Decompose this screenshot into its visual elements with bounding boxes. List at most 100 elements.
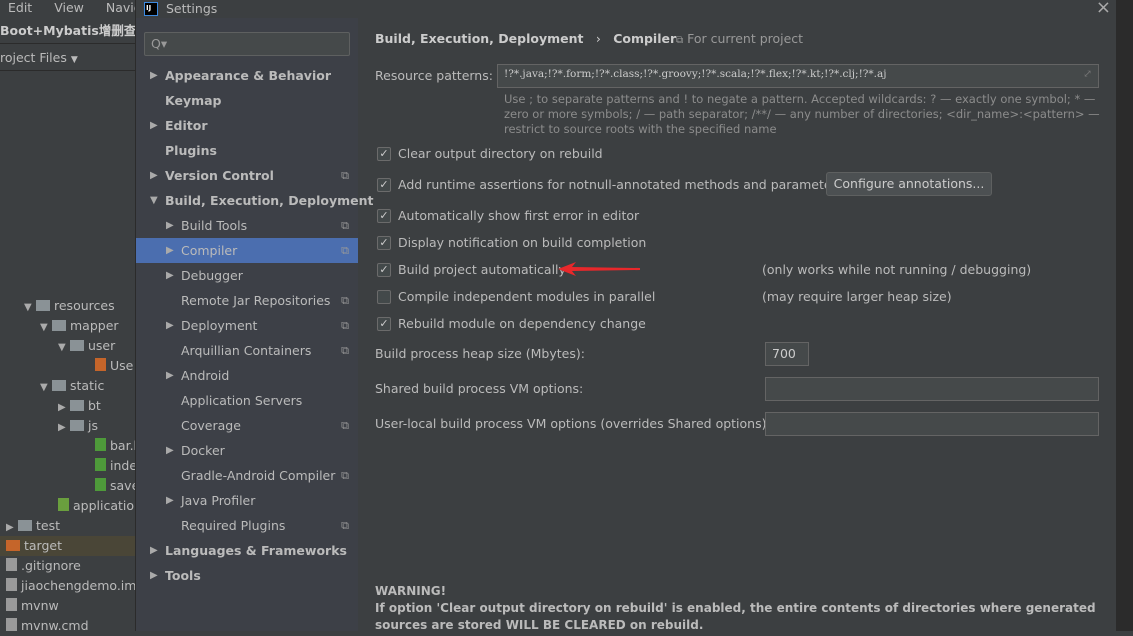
expand-icon[interactable]: ⤢ bbox=[1083, 68, 1092, 80]
settings-nav-remote-jar-repositories[interactable]: Remote Jar Repositories ⧉ bbox=[136, 288, 358, 313]
settings-nav-tools[interactable]: ▶ Tools bbox=[136, 563, 358, 588]
tree-node[interactable]: mvnw bbox=[6, 596, 59, 616]
settings-nav-plugins[interactable]: Plugins bbox=[136, 138, 358, 163]
settings-nav-compiler[interactable]: ▶ Compiler ⧉ bbox=[136, 238, 358, 263]
collapse-arrow-icon[interactable]: ▶ bbox=[6, 518, 18, 538]
breadcrumb-separator: › bbox=[595, 31, 601, 46]
option-label[interactable]: Clear output directory on rebuild bbox=[398, 146, 603, 162]
resource-patterns-input[interactable]: !?*.java;!?*.form;!?*.class;!?*.groovy;!… bbox=[497, 64, 1099, 88]
checkbox[interactable]: ✓ bbox=[377, 147, 391, 161]
option-label[interactable]: Display notification on build completion bbox=[398, 235, 646, 251]
collapsed-arrow-icon[interactable]: ▶ bbox=[166, 213, 174, 238]
tree-node[interactable]: ▼ static bbox=[40, 376, 104, 396]
project-title: Boot+Mybatis增删查改 bbox=[0, 23, 149, 38]
expand-arrow-icon[interactable]: ▼ bbox=[40, 318, 52, 338]
checkbox[interactable]: ✓ bbox=[377, 209, 391, 223]
nav-label: Build, Execution, Deployment bbox=[165, 193, 374, 208]
option-label[interactable]: Build project automatically bbox=[398, 262, 566, 278]
tree-node[interactable]: target bbox=[6, 536, 62, 556]
tree-node[interactable]: ▶ js bbox=[58, 416, 98, 436]
settings-nav-deployment[interactable]: ▶ Deployment ⧉ bbox=[136, 313, 358, 338]
expand-arrow-icon[interactable]: ▼ bbox=[40, 378, 52, 398]
tree-node[interactable]: ▼ resources bbox=[24, 296, 115, 316]
settings-nav-required-plugins[interactable]: Required Plugins ⧉ bbox=[136, 513, 358, 538]
collapsed-arrow-icon[interactable]: ▶ bbox=[150, 63, 158, 88]
settings-nav-coverage[interactable]: Coverage ⧉ bbox=[136, 413, 358, 438]
option-label[interactable]: Compile independent modules in parallel bbox=[398, 289, 655, 305]
settings-nav-editor[interactable]: ▶ Editor bbox=[136, 113, 358, 138]
nav-label: Editor bbox=[165, 118, 208, 133]
collapsed-arrow-icon[interactable]: ▶ bbox=[166, 438, 174, 463]
tree-node[interactable]: ▶ bt bbox=[58, 396, 101, 416]
expand-arrow-icon[interactable]: ▼ bbox=[24, 298, 36, 318]
collapsed-arrow-icon[interactable]: ▶ bbox=[166, 238, 174, 263]
tree-node[interactable]: ▶ test bbox=[6, 516, 60, 536]
tree-node[interactable]: .gitignore bbox=[6, 556, 81, 576]
nav-label: Remote Jar Repositories bbox=[181, 293, 331, 308]
checkbox[interactable]: ✓ bbox=[377, 178, 391, 192]
option-label[interactable]: Add runtime assertions for notnull-annot… bbox=[398, 177, 843, 193]
settings-nav-build-tools[interactable]: ▶ Build Tools ⧉ bbox=[136, 213, 358, 238]
tree-node[interactable]: Use bbox=[95, 356, 133, 376]
tree-node[interactable]: applicatio bbox=[58, 496, 134, 516]
expand-arrow-icon[interactable]: ▼ bbox=[58, 338, 70, 358]
tree-node-label: mapper bbox=[70, 318, 119, 333]
collapse-arrow-icon[interactable]: ▶ bbox=[58, 398, 70, 418]
settings-nav-keymap[interactable]: Keymap bbox=[136, 88, 358, 113]
checkbox[interactable]: ✓ bbox=[377, 236, 391, 250]
collapsed-arrow-icon[interactable]: ▶ bbox=[150, 538, 158, 563]
option-label[interactable]: Rebuild module on dependency change bbox=[398, 316, 646, 332]
close-icon[interactable]: × bbox=[1096, 0, 1111, 18]
settings-nav-arquillian-containers[interactable]: Arquillian Containers ⧉ bbox=[136, 338, 358, 363]
settings-nav-version-control[interactable]: ▶ Version Control ⧉ bbox=[136, 163, 358, 188]
checkbox[interactable]: ✓ bbox=[377, 263, 391, 277]
ide-right-edge bbox=[1116, 0, 1133, 631]
user-vm-options-input[interactable] bbox=[765, 412, 1099, 436]
tree-node-label: target bbox=[24, 538, 63, 553]
settings-search-input[interactable]: Q▾ bbox=[144, 32, 350, 56]
collapsed-arrow-icon[interactable]: ▶ bbox=[150, 113, 158, 138]
nav-label: Keymap bbox=[165, 93, 222, 108]
collapsed-arrow-icon[interactable]: ▶ bbox=[166, 363, 174, 388]
settings-nav-build-execution-deployment[interactable]: ▼ Build, Execution, Deployment bbox=[136, 188, 373, 213]
settings-nav-debugger[interactable]: ▶ Debugger bbox=[136, 263, 358, 288]
collapsed-arrow-icon[interactable]: ▶ bbox=[166, 488, 174, 513]
checkbox[interactable] bbox=[377, 290, 391, 304]
folder-icon bbox=[52, 320, 66, 331]
project-view-selector[interactable]: roject Files ▼ bbox=[0, 43, 135, 71]
folder-icon bbox=[36, 300, 50, 311]
tree-node-label: applicatio bbox=[73, 498, 135, 513]
heap-size-input[interactable]: 700 bbox=[765, 342, 809, 366]
project-scope-icon: ⧉ bbox=[341, 469, 349, 482]
resource-patterns-hint: Use ; to separate patterns and ! to nega… bbox=[504, 92, 1100, 136]
collapsed-arrow-icon[interactable]: ▶ bbox=[166, 263, 174, 288]
checkbox[interactable]: ✓ bbox=[377, 317, 391, 331]
shared-vm-options-input[interactable] bbox=[765, 377, 1099, 401]
tree-node[interactable]: ▼ user bbox=[58, 336, 115, 356]
nav-label: Debugger bbox=[181, 268, 243, 283]
option-label[interactable]: Automatically show first error in editor bbox=[398, 208, 639, 224]
collapsed-arrow-icon[interactable]: ▶ bbox=[166, 313, 174, 338]
breadcrumb-parent[interactable]: Build, Execution, Deployment bbox=[375, 31, 583, 46]
tree-node[interactable]: mvnw.cmd bbox=[6, 616, 89, 636]
configure-annotations-button[interactable]: Configure annotations... bbox=[826, 172, 992, 196]
settings-nav-android[interactable]: ▶ Android bbox=[136, 363, 358, 388]
collapsed-arrow-icon[interactable]: ▶ bbox=[150, 563, 158, 588]
tree-node[interactable]: ▼ mapper bbox=[40, 316, 119, 336]
menu-view[interactable]: View bbox=[54, 0, 84, 15]
menu-edit[interactable]: Edit bbox=[8, 0, 32, 15]
settings-nav-application-servers[interactable]: Application Servers bbox=[136, 388, 358, 413]
collapse-arrow-icon[interactable]: ▶ bbox=[58, 418, 70, 438]
html-file-icon bbox=[95, 458, 106, 471]
collapsed-arrow-icon[interactable]: ▶ bbox=[150, 163, 158, 188]
settings-nav-java-profiler[interactable]: ▶ Java Profiler bbox=[136, 488, 358, 513]
settings-nav-gradle-android-compiler[interactable]: Gradle-Android Compiler ⧉ bbox=[136, 463, 358, 488]
folder-icon bbox=[52, 380, 66, 391]
settings-nav-languages-frameworks[interactable]: ▶ Languages & Frameworks bbox=[136, 538, 358, 563]
expanded-arrow-icon[interactable]: ▼ bbox=[150, 188, 158, 213]
nav-label: Version Control bbox=[165, 168, 274, 183]
tree-node[interactable]: jiaochengdemo.iml bbox=[6, 576, 140, 596]
settings-nav-appearance-behavior[interactable]: ▶ Appearance & Behavior bbox=[136, 63, 358, 88]
settings-nav-docker[interactable]: ▶ Docker bbox=[136, 438, 358, 463]
shared-vm-options-label: Shared build process VM options: bbox=[375, 381, 584, 396]
